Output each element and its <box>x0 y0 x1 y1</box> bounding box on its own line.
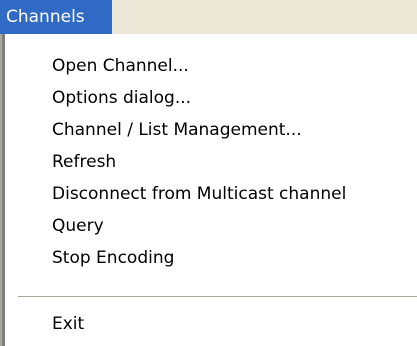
menu-separator <box>18 296 417 298</box>
channels-menu[interactable]: Channels <box>0 0 112 34</box>
menu-item-exit[interactable]: Exit <box>2 309 417 339</box>
menu-item-query[interactable]: Query <box>2 211 417 241</box>
menu-item-stop-encoding[interactable]: Stop Encoding <box>2 243 417 273</box>
menu-item-options-dialog[interactable]: Options dialog... <box>2 83 417 113</box>
menu-item-refresh[interactable]: Refresh <box>2 147 417 177</box>
menu-item-open-channel[interactable]: Open Channel... <box>2 51 417 81</box>
channels-dropdown-menu: Open Channel... Options dialog... Channe… <box>0 34 417 346</box>
menu-item-channel-list-management[interactable]: Channel / List Management... <box>2 115 417 145</box>
menu-item-disconnect-multicast[interactable]: Disconnect from Multicast channel <box>2 179 417 209</box>
menu-bar: Channels <box>0 0 417 34</box>
